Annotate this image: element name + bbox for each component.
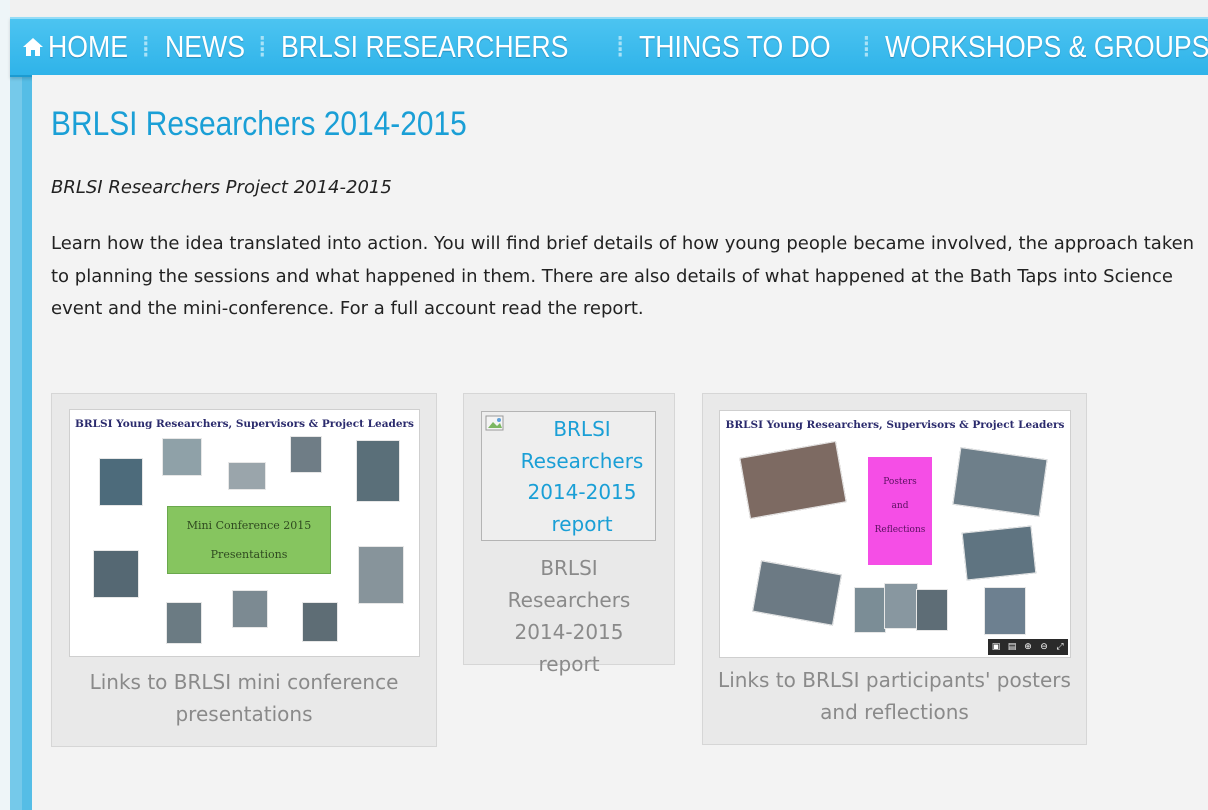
report-image[interactable]: BRLSI Researchers 2014-2015 report	[481, 411, 656, 541]
left-edge	[0, 0, 10, 810]
mini-conference-thumbnail[interactable]: BRLSI Young Researchers, Supervisors & P…	[69, 409, 420, 657]
page-subtitle: BRLSI Researchers Project 2014-2015	[51, 177, 392, 198]
home-icon[interactable]	[22, 27, 44, 67]
page-description: Learn how the idea translated into actio…	[51, 233, 1195, 319]
poster-title: BRLSI Young Researchers, Supervisors & P…	[75, 418, 414, 430]
nav-item-workshops-groups[interactable]: WORKSHOPS & GROUPS	[885, 29, 1208, 65]
save-icon[interactable]: ▣	[991, 642, 1002, 653]
nav-item-home[interactable]: HOME	[48, 29, 128, 65]
photo-thumbnail	[166, 602, 202, 644]
print-icon[interactable]: ▤	[1007, 642, 1018, 653]
box-text: Posters	[883, 477, 917, 487]
photo-thumbnail	[884, 583, 918, 629]
nav-separator: ⁞	[141, 29, 151, 65]
image-viewer-toolbar: ▣ ▤ ⊕ ⊖ ⤢	[988, 639, 1068, 655]
photo-thumbnail	[228, 462, 266, 490]
report-image-alt-text[interactable]: BRLSI Researchers 2014-2015 report	[502, 414, 662, 540]
nav-item-things-to-do[interactable]: THINGS TO DO	[639, 29, 831, 65]
photo-thumbnail	[961, 525, 1037, 581]
zoom-in-icon[interactable]: ⊕	[1023, 642, 1034, 653]
fullscreen-icon[interactable]: ⤢	[1055, 642, 1066, 653]
photo-thumbnail	[854, 587, 886, 633]
photo-thumbnail	[916, 589, 948, 631]
photo-thumbnail	[232, 590, 268, 628]
zoom-out-icon[interactable]: ⊖	[1039, 642, 1050, 653]
photo-thumbnail	[302, 602, 338, 642]
card-mini-conference: BRLSI Young Researchers, Supervisors & P…	[51, 393, 437, 747]
photo-thumbnail	[162, 438, 202, 476]
main-navigation: HOME ⁞ NEWS ⁞ BRLSI RESEARCHERS ⁞ THINGS…	[10, 17, 1208, 77]
nav-separator: ⁞	[615, 29, 625, 65]
page-title: BRLSI Researchers 2014-2015	[51, 105, 467, 143]
photo-thumbnail	[752, 560, 842, 626]
mini-conference-box: Mini Conference 2015 Presentations	[167, 506, 331, 574]
card-report: BRLSI Researchers 2014-2015 report BRLSI…	[463, 393, 675, 676]
box-text: Mini Conference 2015	[186, 519, 312, 532]
card-caption: Links to BRLSI participants' posters and…	[718, 668, 1071, 724]
photo-thumbnail	[356, 440, 400, 502]
box-text: and	[891, 501, 909, 511]
photo-thumbnail	[93, 550, 139, 598]
box-text: Reflections	[874, 525, 926, 535]
photo-thumbnail	[739, 440, 847, 520]
photo-thumbnail	[984, 587, 1026, 635]
box-text: Presentations	[210, 548, 288, 561]
photo-thumbnail	[99, 458, 143, 506]
posters-thumbnail[interactable]: BRLSI Young Researchers, Supervisors & P…	[719, 410, 1071, 658]
nav-item-brlsi-researchers[interactable]: BRLSI RESEARCHERS	[281, 29, 568, 65]
photo-thumbnail	[358, 546, 404, 604]
left-accent-bar	[10, 60, 32, 810]
photo-thumbnail	[290, 436, 322, 473]
card-posters-reflections: BRLSI Young Researchers, Supervisors & P…	[702, 393, 1087, 745]
nav-separator: ⁞	[861, 29, 872, 65]
card-caption: BRLSI Researchers 2014-2015 report	[507, 556, 631, 676]
photo-thumbnail	[952, 447, 1048, 517]
posters-box: Posters and Reflections	[868, 457, 932, 565]
poster-title: BRLSI Young Researchers, Supervisors & P…	[725, 419, 1065, 431]
nav-item-news[interactable]: NEWS	[165, 29, 245, 65]
nav-separator: ⁞	[257, 29, 268, 65]
card-caption: Links to BRLSI mini conference presentat…	[89, 670, 399, 726]
